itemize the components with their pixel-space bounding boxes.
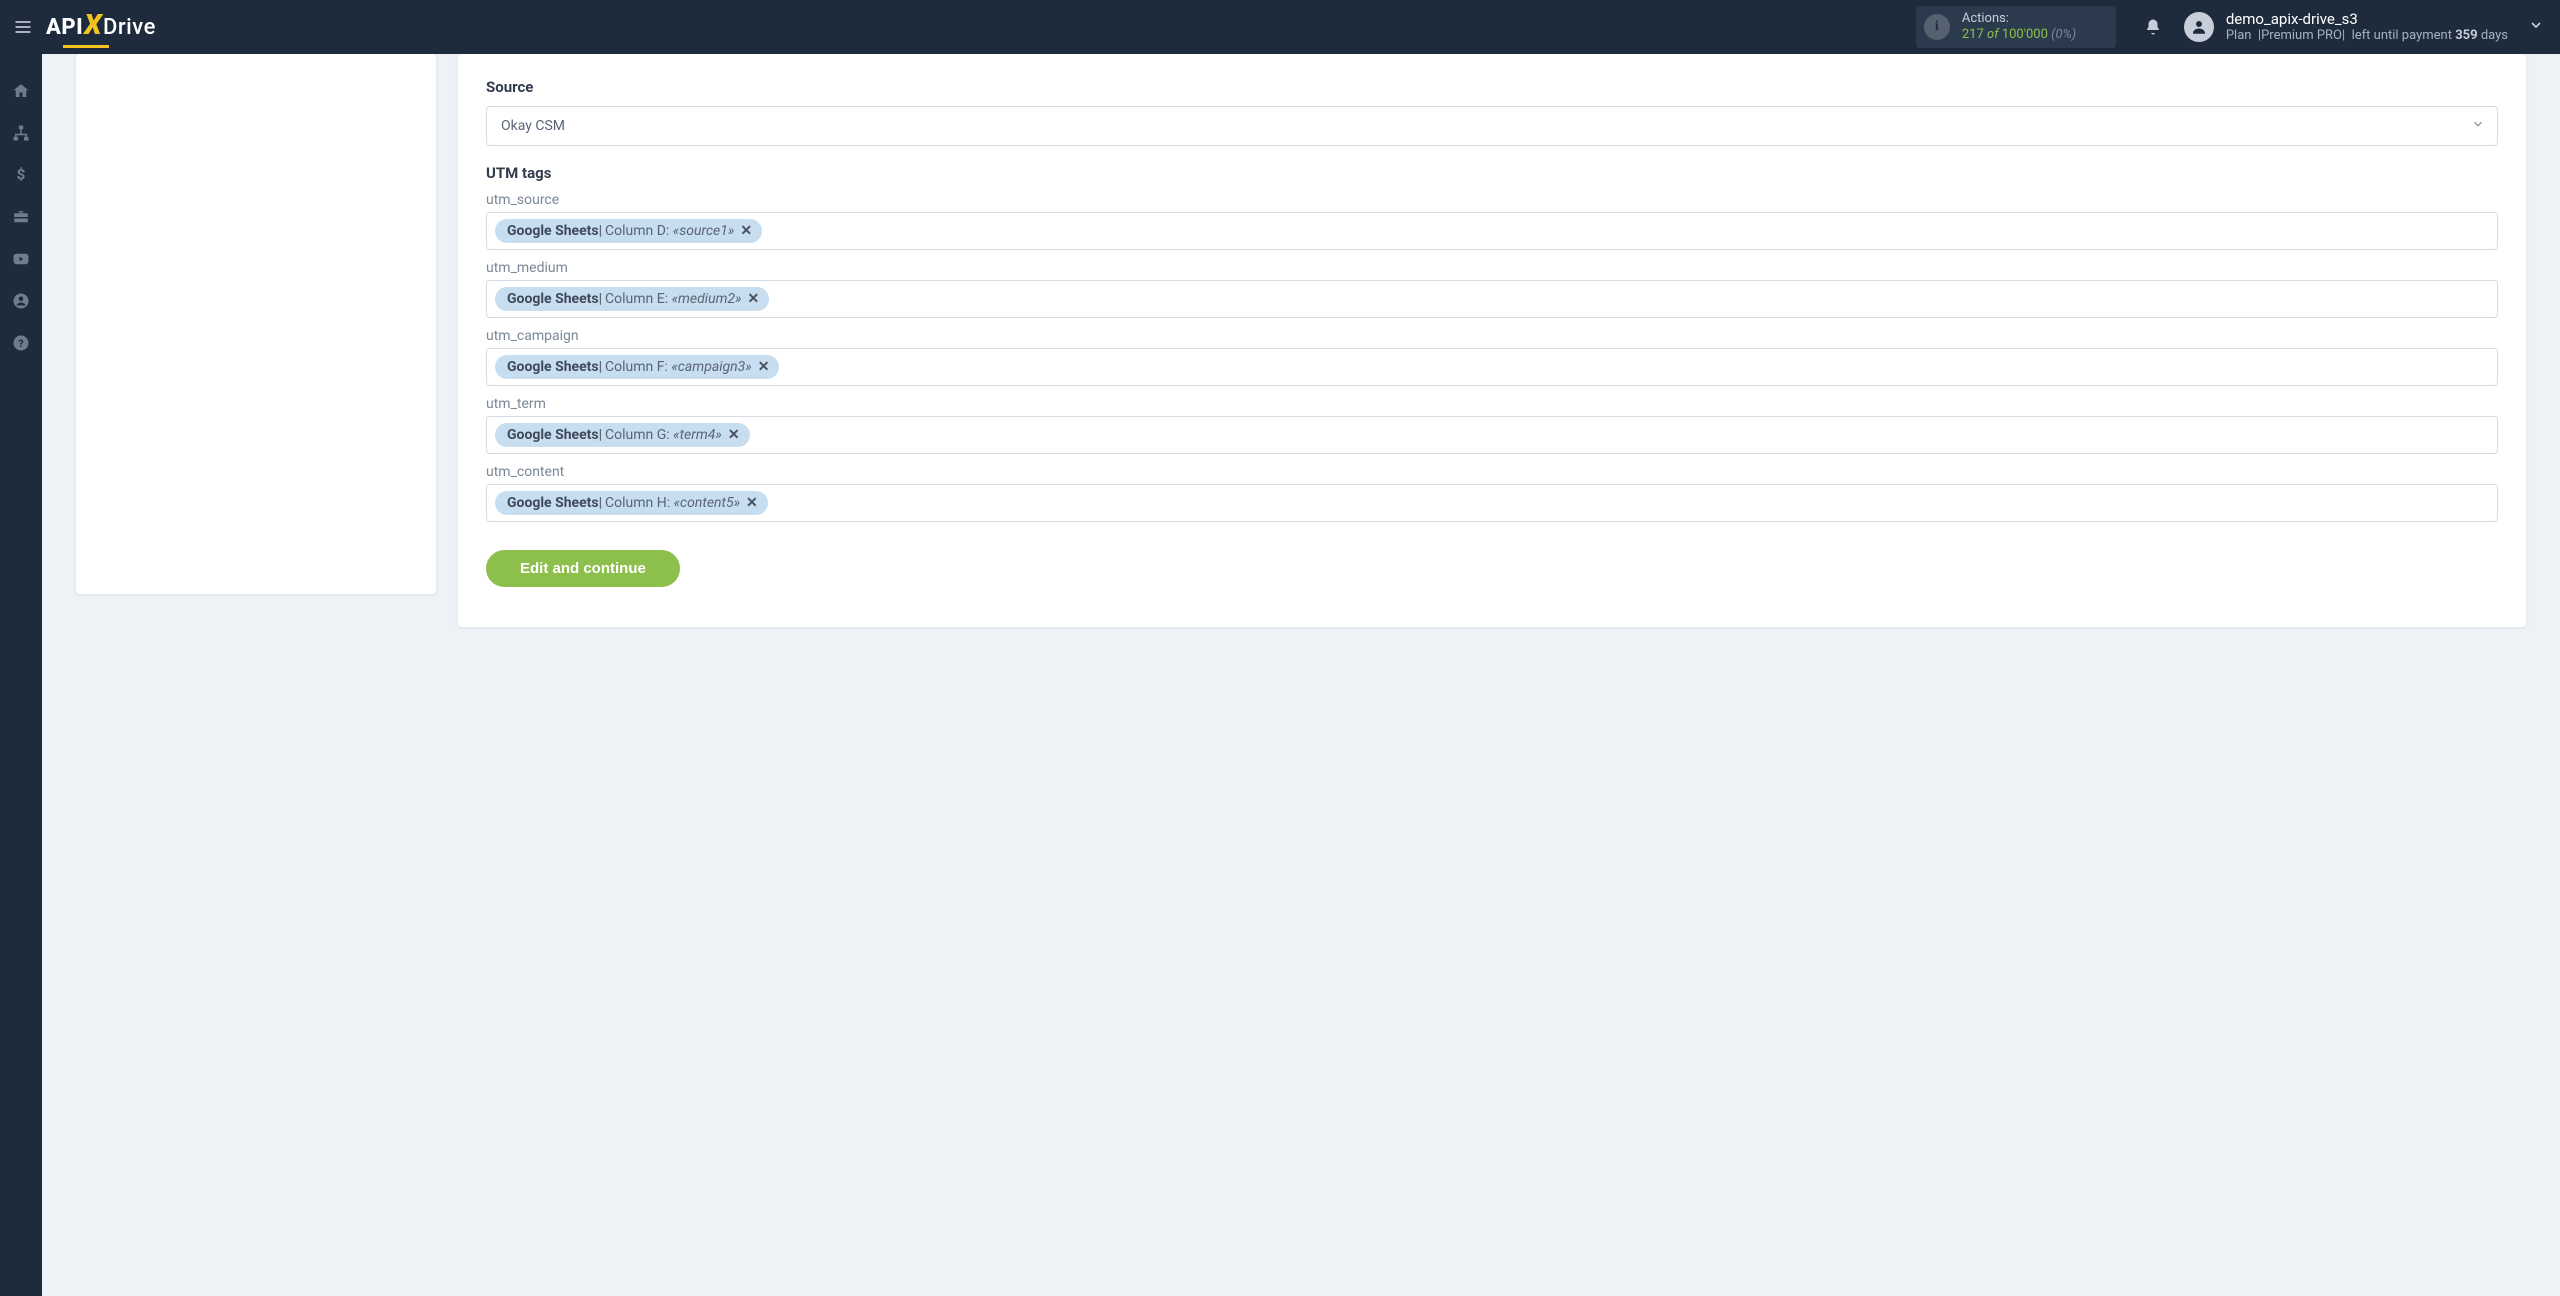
- utm-content-label: utm_content: [486, 464, 2498, 480]
- remove-tag-icon[interactable]: ✕: [746, 495, 758, 511]
- svg-text:$: $: [17, 166, 26, 184]
- user-name: demo_apix-drive_s3: [2226, 10, 2508, 29]
- user-menu-chevron-icon[interactable]: [2508, 17, 2544, 37]
- source-select[interactable]: Okay CSM: [486, 106, 2498, 146]
- utm-heading: UTM tags: [486, 164, 2498, 182]
- menu-toggle-icon[interactable]: [8, 12, 38, 42]
- utm-term-label: utm_term: [486, 396, 2498, 412]
- utm-campaign-tag: Google Sheets | Column F: «campaign3» ✕: [495, 355, 779, 379]
- utm-term-tag: Google Sheets | Column G: «term4» ✕: [495, 423, 750, 447]
- utm-source-input[interactable]: Google Sheets | Column D: «source1» ✕: [486, 212, 2498, 250]
- source-label: Source: [486, 78, 2498, 96]
- config-panel: Source Okay CSM UTM tags utm_source Goog…: [458, 54, 2526, 627]
- app-logo: APIXDrive: [46, 15, 156, 40]
- notifications-icon[interactable]: [2140, 14, 2166, 40]
- app-header: APIXDrive i Actions: 217 of 100'000 (0%)…: [0, 0, 2560, 54]
- svg-text:?: ?: [18, 337, 23, 350]
- utm-source-label: utm_source: [486, 192, 2498, 208]
- nav-video-icon[interactable]: [0, 238, 42, 280]
- actions-title: Actions:: [1962, 11, 2076, 27]
- nav-connections-icon[interactable]: [0, 112, 42, 154]
- nav-home-icon[interactable]: [0, 70, 42, 112]
- page-scroll[interactable]: Source Okay CSM UTM tags utm_source Goog…: [42, 54, 2560, 1296]
- remove-tag-icon[interactable]: ✕: [748, 291, 760, 307]
- remove-tag-icon[interactable]: ✕: [728, 427, 740, 443]
- sidebar: $ ?: [0, 54, 42, 1296]
- utm-campaign-input[interactable]: Google Sheets | Column F: «campaign3» ✕: [486, 348, 2498, 386]
- nav-help-icon[interactable]: ?: [0, 322, 42, 364]
- remove-tag-icon[interactable]: ✕: [740, 223, 752, 239]
- nav-billing-icon[interactable]: $: [0, 154, 42, 196]
- logo-underline: [63, 45, 109, 48]
- utm-content-input[interactable]: Google Sheets | Column H: «content5» ✕: [486, 484, 2498, 522]
- utm-term-input[interactable]: Google Sheets | Column G: «term4» ✕: [486, 416, 2498, 454]
- utm-campaign-label: utm_campaign: [486, 328, 2498, 344]
- chevron-down-icon: [2471, 117, 2485, 135]
- utm-medium-tag: Google Sheets | Column E: «medium2» ✕: [495, 287, 769, 311]
- edit-continue-button[interactable]: Edit and continue: [486, 550, 680, 587]
- utm-content-tag: Google Sheets | Column H: «content5» ✕: [495, 491, 768, 515]
- user-block[interactable]: demo_apix-drive_s3 Plan |Premium PRO| le…: [2226, 10, 2508, 45]
- actions-values: 217 of 100'000 (0%): [1962, 27, 2076, 43]
- logo-drive: Drive: [103, 15, 156, 40]
- utm-medium-label: utm_medium: [486, 260, 2498, 276]
- info-icon: i: [1924, 14, 1950, 40]
- left-panel: [76, 54, 436, 594]
- nav-account-icon[interactable]: [0, 280, 42, 322]
- remove-tag-icon[interactable]: ✕: [758, 359, 770, 375]
- source-selected-value: Okay CSM: [501, 118, 565, 134]
- utm-medium-input[interactable]: Google Sheets | Column E: «medium2» ✕: [486, 280, 2498, 318]
- avatar[interactable]: [2184, 12, 2214, 42]
- actions-usage-box[interactable]: i Actions: 217 of 100'000 (0%): [1916, 6, 2116, 49]
- utm-source-tag: Google Sheets | Column D: «source1» ✕: [495, 219, 762, 243]
- user-plan-line: Plan |Premium PRO| left until payment 35…: [2226, 28, 2508, 44]
- nav-briefcase-icon[interactable]: [0, 196, 42, 238]
- logo-x: X: [84, 8, 102, 41]
- logo-api: API: [46, 15, 83, 40]
